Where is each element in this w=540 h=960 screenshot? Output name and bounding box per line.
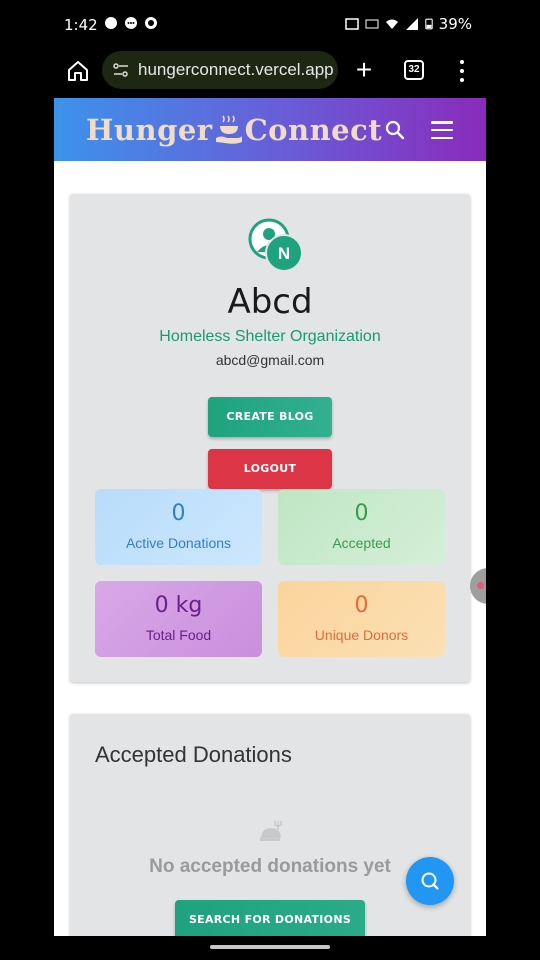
stat-value: 0	[171, 501, 186, 526]
stat-unique-donors: 0 Unique Donors	[278, 581, 445, 657]
search-icon	[421, 872, 439, 890]
system-icons: 39%	[344, 15, 472, 33]
food-hand-icon	[215, 115, 242, 144]
phone-screen: 1:42 39% hungerconnect.vercel.app + 32 H…	[54, 0, 486, 960]
url-text: hungerconnect.vercel.app	[138, 60, 334, 79]
section-title: Accepted Donations	[95, 742, 292, 767]
profile-card: N Abcd Homeless Shelter Organization abc…	[70, 194, 470, 682]
gesture-navigation-bar[interactable]	[210, 945, 330, 949]
stat-label: Total Food	[145, 627, 212, 643]
stat-value: 0	[354, 593, 369, 618]
tab-switcher-button[interactable]: 32	[404, 60, 424, 80]
wifi-icon	[385, 19, 398, 29]
browser-toolbar: hungerconnect.vercel.app + 32	[54, 48, 486, 96]
brand-logo[interactable]: Hunger Connect	[86, 110, 382, 150]
stat-value: 0	[354, 501, 369, 526]
battery-level: 39%	[438, 15, 472, 33]
stat-label: Accepted	[332, 535, 391, 551]
search-icon[interactable]	[384, 119, 406, 141]
avatar-initial: N	[278, 244, 290, 263]
chat-icon	[125, 17, 137, 29]
stat-accepted: 0 Accepted	[278, 489, 445, 565]
web-page: Hunger Connect N Abcd Homeless Shelter O…	[54, 98, 486, 936]
battery-icon	[424, 18, 433, 30]
hamburger-menu-icon[interactable]	[431, 121, 453, 139]
status-time: 1:42	[64, 16, 98, 34]
address-bar[interactable]: hungerconnect.vercel.app	[102, 51, 338, 89]
logout-button[interactable]: LOGOUT	[208, 449, 332, 489]
create-blog-button[interactable]: CREATE BLOG	[208, 397, 332, 437]
browser-menu-button[interactable]	[456, 60, 468, 82]
accepted-donations-card: Accepted Donations No accepted donations…	[70, 714, 470, 936]
notification-icon	[105, 17, 117, 29]
search-fab-button[interactable]	[406, 857, 454, 905]
volte-icon	[365, 19, 379, 29]
record-icon	[145, 17, 157, 29]
stat-value: 0 kg	[154, 593, 203, 618]
side-handle[interactable]	[470, 568, 486, 604]
notification-icons	[104, 16, 158, 30]
cast-icon	[344, 18, 359, 30]
stat-label: Active Donations	[125, 535, 232, 551]
signal-icon	[405, 18, 418, 30]
brand-text-connect: Connect	[244, 113, 383, 147]
site-navbar: Hunger Connect	[54, 98, 486, 161]
profile-name: Abcd	[227, 282, 313, 322]
profile-email: abcd@gmail.com	[215, 352, 325, 368]
new-tab-button[interactable]: +	[352, 56, 376, 84]
search-donations-button[interactable]: SEARCH FOR DONATIONS	[175, 900, 365, 936]
food-plate-icon	[260, 821, 282, 841]
status-bar: 1:42 39%	[54, 0, 486, 48]
home-icon[interactable]	[66, 59, 90, 83]
avatar: N	[248, 218, 303, 272]
brand-text-hunger: Hunger	[86, 113, 213, 147]
stat-active-donations: 0 Active Donations	[95, 489, 262, 565]
stat-total-food: 0 kg Total Food	[95, 581, 262, 657]
site-settings-icon[interactable]	[112, 61, 130, 79]
stat-label: Unique Donors	[314, 627, 409, 643]
indicator-dot-icon	[477, 582, 484, 589]
organization-type: Homeless Shelter Organization	[159, 328, 381, 345]
